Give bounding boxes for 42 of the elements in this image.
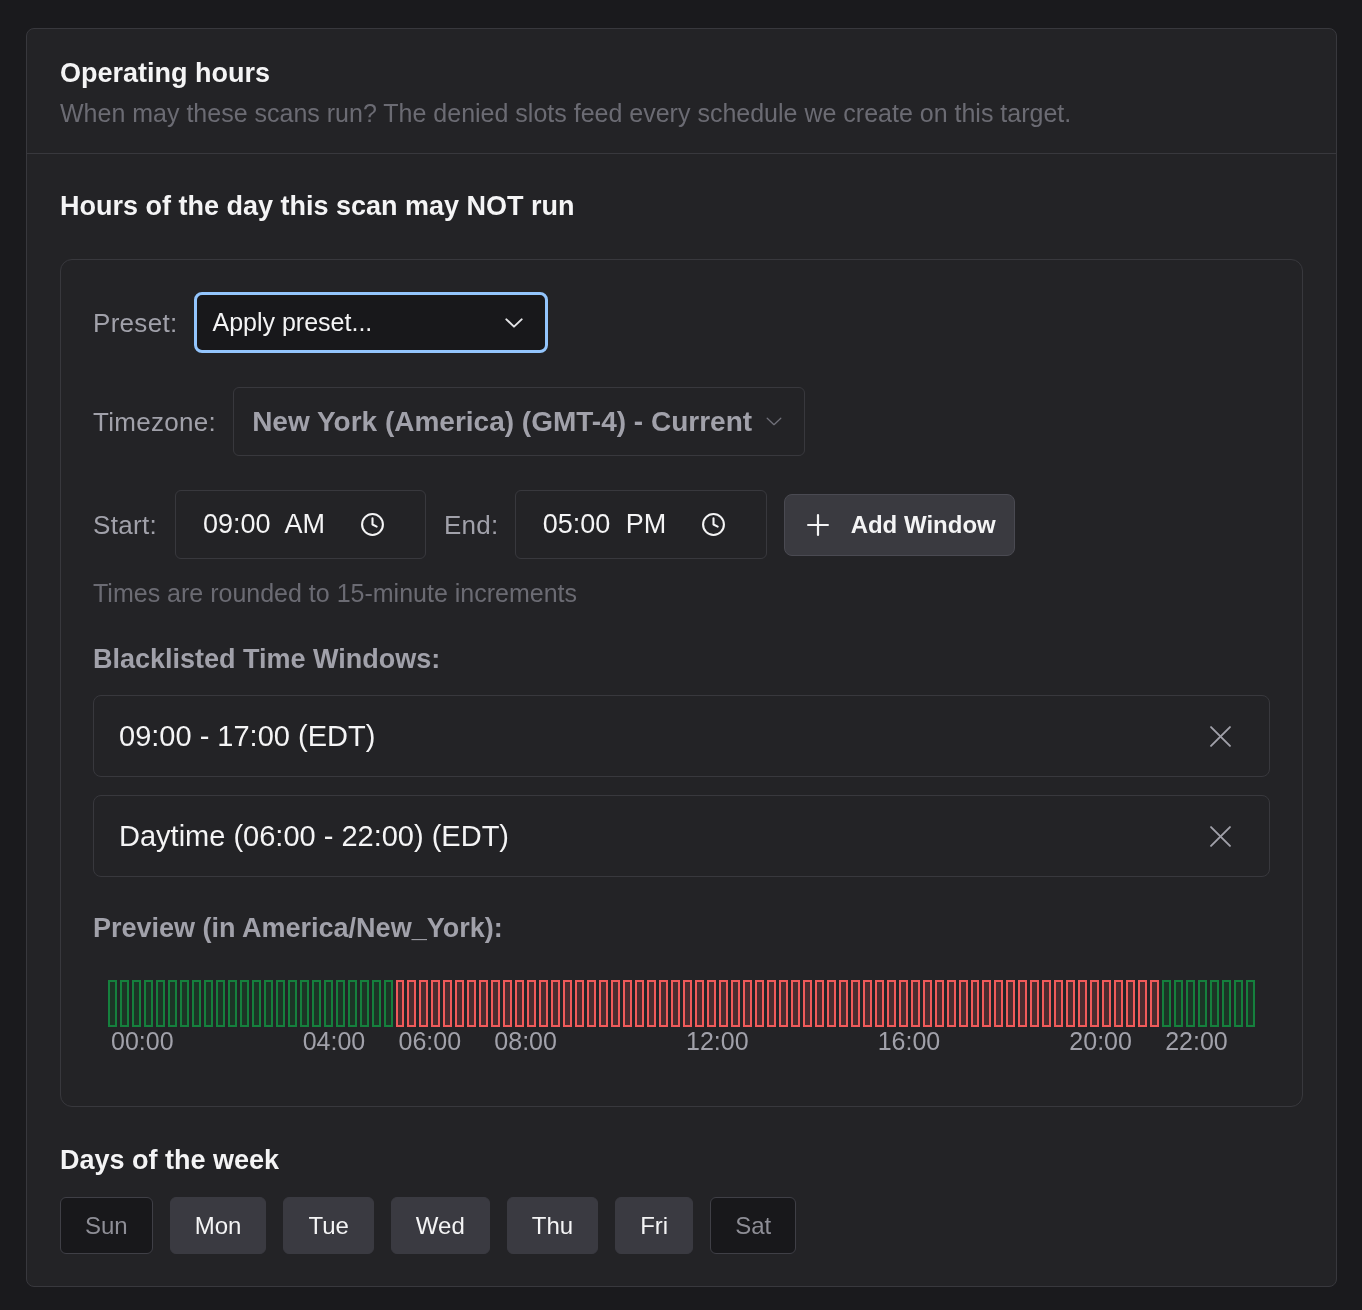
day-button[interactable]: Sun	[60, 1197, 153, 1254]
end-time-field[interactable]: 05:00 PM	[514, 490, 767, 559]
timezone-label: Timezone:	[93, 406, 217, 437]
hour-label: 22:00	[1165, 1027, 1228, 1055]
chevron-down-icon	[766, 417, 783, 426]
clock-icon	[700, 512, 726, 537]
hour-label: 04:00	[302, 1027, 366, 1055]
preview-title: Preview (in America/New_York):	[93, 912, 503, 944]
hour-label: 00:00	[111, 1027, 174, 1055]
plus-icon	[806, 513, 829, 536]
remove-button[interactable]	[1210, 825, 1231, 847]
start-time-field[interactable]: 09:00 AM	[174, 490, 426, 559]
clock-icon	[359, 512, 385, 537]
end-label: End:	[443, 509, 499, 540]
day-button[interactable]: Thu	[506, 1197, 599, 1254]
close-icon	[1210, 725, 1231, 747]
day-button[interactable]: Fri	[615, 1197, 694, 1254]
days-title: Days of the week	[60, 1144, 280, 1176]
card-subtitle: When may these scans run? The denied slots feed every schedule we create on this target.	[60, 99, 1072, 127]
day-button[interactable]: Tue	[283, 1197, 374, 1254]
chevron-down-icon	[505, 317, 524, 328]
hour-label: 06:00	[398, 1027, 462, 1055]
preset-select[interactable]: Apply preset...	[194, 292, 549, 353]
close-icon	[1210, 825, 1231, 847]
hour-label: 20:00	[1069, 1027, 1132, 1055]
hour-label: 12:00	[686, 1027, 749, 1055]
hour-label: 16:00	[877, 1027, 941, 1055]
preset-label: Preset:	[93, 307, 178, 338]
day-button[interactable]: Wed	[390, 1197, 490, 1254]
rounding-hint: Times are rounded to 15-minute increments	[93, 579, 578, 607]
day-button[interactable]: Sat	[710, 1197, 797, 1254]
add-window-button[interactable]: Add Window	[783, 493, 1015, 556]
windows-title: Blacklisted Time Windows:	[93, 643, 441, 675]
time-window-text: 09:00 - 17:00 (EDT)	[119, 719, 376, 753]
day-button[interactable]: Mon	[169, 1197, 267, 1254]
timezone-select[interactable]: New York (America) (GMT-4) - Current	[233, 387, 806, 456]
remove-button[interactable]	[1210, 725, 1231, 747]
card-title: Operating hours	[60, 57, 270, 89]
start-label: Start:	[93, 509, 157, 540]
time-window-text: Daytime (06:00 - 22:00) (EDT)	[119, 819, 509, 853]
hour-label: 08:00	[494, 1027, 557, 1055]
section-title: Hours of the day this scan may NOT run	[60, 190, 575, 222]
